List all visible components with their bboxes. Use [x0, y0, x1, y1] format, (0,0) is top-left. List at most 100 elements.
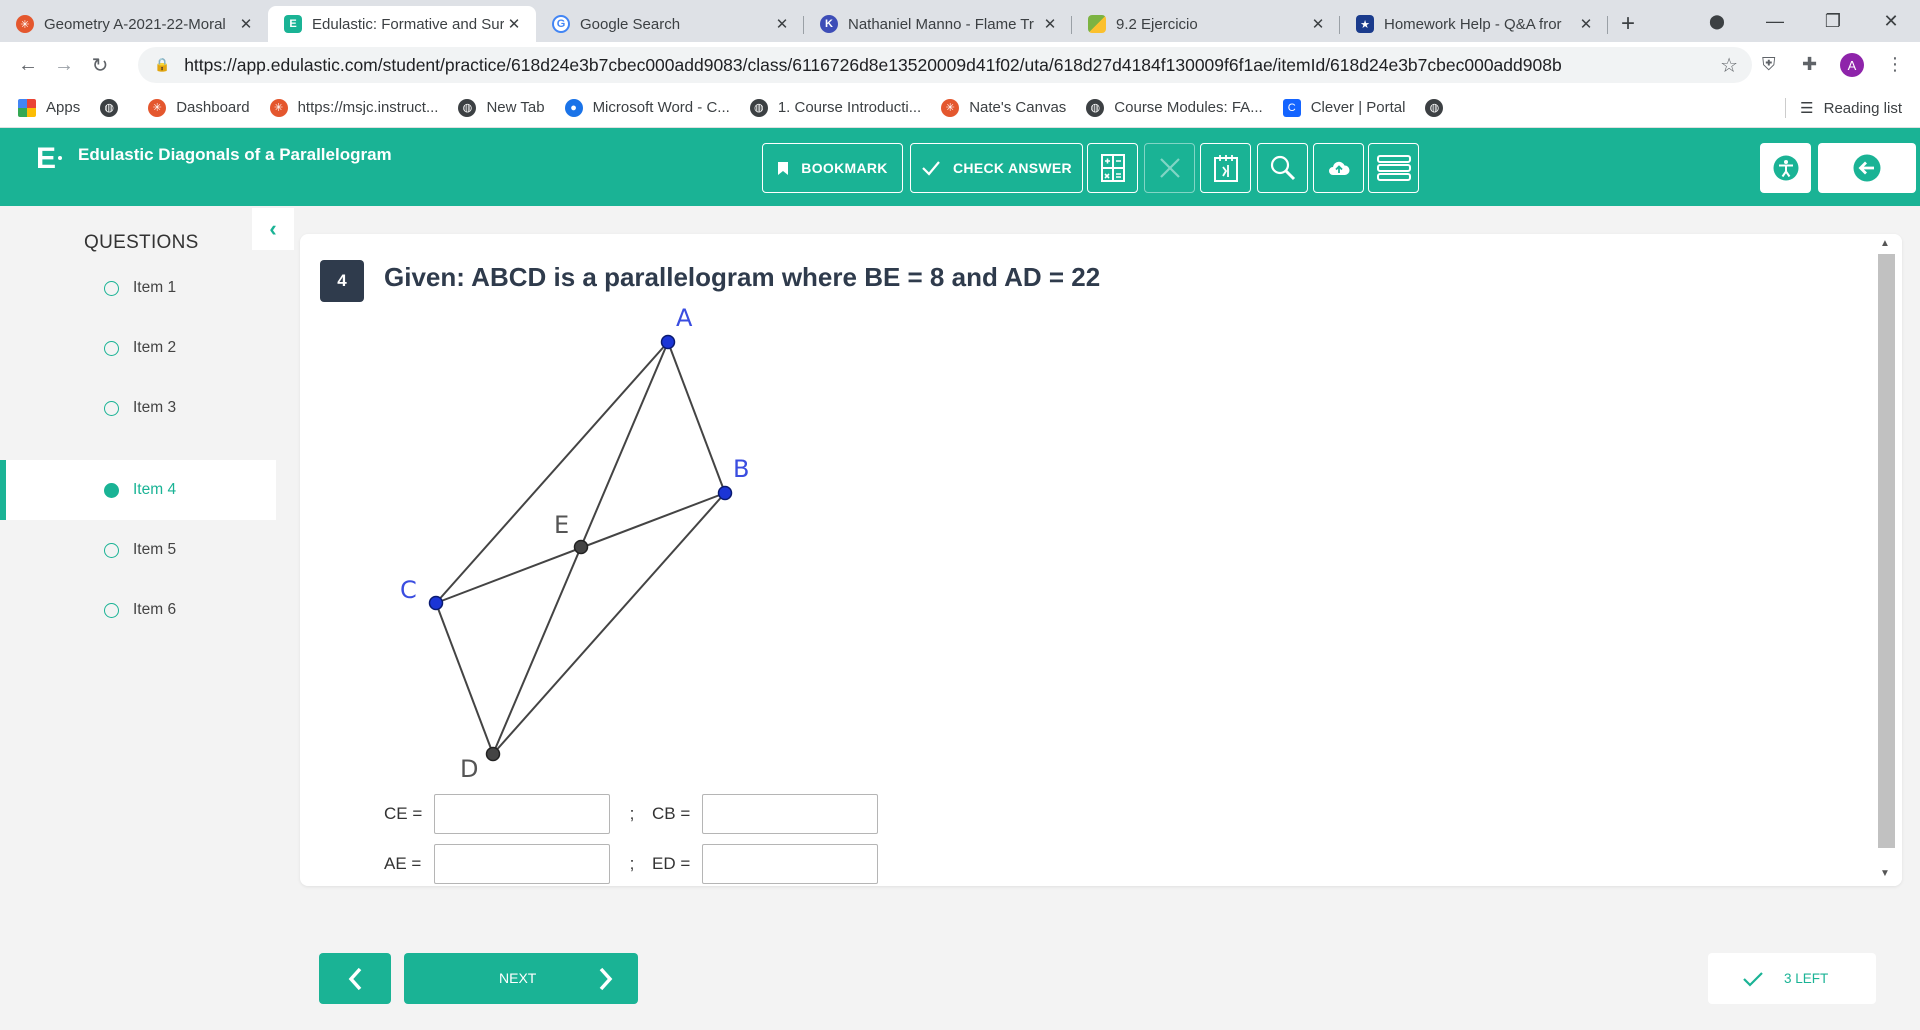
reading-list-label: Reading list: [1823, 99, 1902, 117]
scratchpad-button[interactable]: [1200, 143, 1251, 193]
sidebar-item-2[interactable]: Item 2: [0, 318, 276, 378]
close-tab-icon[interactable]: ✕: [1576, 15, 1596, 33]
sidebar-item-4[interactable]: Item 4: [0, 460, 276, 520]
sidebar-item-label: Item 4: [133, 481, 177, 498]
sidebar-item-label: Item 6: [133, 601, 177, 618]
window-controls: ⬤ — ❐ ✕: [1688, 0, 1920, 42]
segment-ab: [667, 341, 726, 494]
browser-tab[interactable]: ✳ Geometry A-2021-22-Moral ✕: [0, 6, 268, 42]
edulastic-logo-icon: E: [284, 15, 302, 33]
scroll-up-arrow-icon[interactable]: ▲: [1880, 238, 1890, 249]
tab-divider: [1607, 16, 1608, 34]
chevron-right-icon: [599, 967, 613, 991]
bookmark-course-intro[interactable]: ◍ 1. Course Introducti...: [749, 98, 921, 117]
magnifier-button[interactable]: [1257, 143, 1308, 193]
bookmark-nates-canvas[interactable]: ✳ Nate's Canvas: [941, 98, 1066, 117]
logo-dot-icon: [58, 156, 62, 160]
calculator-button[interactable]: [1087, 143, 1138, 193]
tab-title: Homework Help - Q&A fror: [1384, 15, 1562, 33]
more-menu-icon[interactable]: ⋮: [1886, 54, 1904, 75]
kami-logo-icon: K: [820, 15, 838, 33]
calculator-icon: [1100, 154, 1125, 182]
answer-eliminator-button[interactable]: [1144, 143, 1195, 193]
browser-tab[interactable]: G Google Search ✕: [536, 6, 804, 42]
close-tab-icon[interactable]: ✕: [772, 15, 792, 33]
url-input[interactable]: 🔒 https://app.edulastic.com/student/prac…: [138, 47, 1752, 83]
bookmark-label: https://msjc.instruct...: [297, 99, 439, 116]
collapse-sidebar-chevron-icon[interactable]: ‹: [252, 208, 294, 250]
bookmark-clever[interactable]: C Clever | Portal: [1282, 98, 1405, 117]
ae-input[interactable]: [434, 844, 610, 884]
chevron-left-icon: [348, 967, 362, 990]
bookmark-apps[interactable]: Apps: [18, 98, 80, 117]
label-b: B: [733, 455, 749, 483]
menu-button[interactable]: [1368, 143, 1419, 193]
sidebar-item-3[interactable]: Item 3: [0, 378, 276, 438]
bookmark-word[interactable]: ● Microsoft Word - C...: [564, 98, 730, 117]
extensions-puzzle-icon[interactable]: ✚: [1802, 54, 1817, 75]
profile-avatar[interactable]: A: [1840, 53, 1864, 77]
tab-title: Edulastic: Formative and Sur: [312, 15, 504, 33]
bookmarks-bar: Apps ◍ ✳ Dashboard ✳ https://msjc.instru…: [0, 88, 1920, 128]
browser-tab[interactable]: ★ Homework Help - Q&A fror ✕: [1340, 6, 1608, 42]
bookmark-new-tab[interactable]: ◍ New Tab: [458, 98, 545, 117]
reload-icon[interactable]: ↻: [82, 53, 118, 78]
separator: ;: [629, 854, 635, 873]
browser-tab[interactable]: 9.2 Ejercicio ✕: [1072, 6, 1340, 42]
tab-title: 9.2 Ejercicio: [1116, 15, 1198, 33]
flag-icon: [1088, 15, 1106, 33]
restore-icon[interactable]: ❐: [1804, 11, 1862, 32]
tab-search-icon[interactable]: ⬤: [1688, 13, 1746, 30]
questions-left-label: 3 LEFT: [1784, 971, 1829, 986]
bookmark-globe-2[interactable]: ◍: [1425, 98, 1453, 117]
bookmark-course-modules[interactable]: ◍ Course Modules: FA...: [1086, 98, 1263, 117]
next-button[interactable]: NEXT: [404, 953, 638, 1004]
bookmark-globe[interactable]: ◍: [100, 98, 128, 117]
search-icon: [1270, 155, 1295, 181]
sidebar-item-5[interactable]: Item 5: [0, 520, 276, 580]
scroll-down-arrow-icon[interactable]: ▼: [1880, 868, 1890, 879]
bookmark-msjc[interactable]: ✳ https://msjc.instruct...: [269, 98, 439, 117]
sidebar-item-6[interactable]: Item 6: [0, 580, 276, 640]
back-arrow-icon[interactable]: ←: [10, 54, 46, 77]
canvas-logo-icon: ✳: [269, 98, 288, 117]
cb-input[interactable]: [702, 794, 878, 834]
forward-arrow-icon[interactable]: →: [46, 54, 82, 77]
bookmark-flag-icon: [778, 161, 789, 175]
location-pin-icon: ●: [564, 98, 583, 117]
close-tab-icon[interactable]: ✕: [236, 15, 256, 33]
browser-tab-active[interactable]: E Edulastic: Formative and Sur ✕: [268, 6, 536, 42]
close-tab-icon[interactable]: ✕: [504, 15, 524, 33]
sidebar-item-label: Item 2: [133, 339, 177, 356]
status-circle-icon: [104, 280, 119, 296]
close-tab-icon[interactable]: ✕: [1308, 15, 1328, 33]
label-a: A: [676, 304, 693, 332]
reading-list-button[interactable]: ☰ Reading list: [1785, 98, 1902, 118]
browser-tab[interactable]: K Nathaniel Manno - Flame Tr ✕: [804, 6, 1072, 42]
accessibility-button[interactable]: [1760, 143, 1811, 193]
shield-extension-icon[interactable]: ⛨: [1762, 54, 1776, 75]
divider: [1785, 98, 1787, 118]
bookmark-button[interactable]: BOOKMARK: [762, 143, 903, 193]
label-e: E: [554, 511, 569, 539]
reading-list-icon: ☰: [1800, 100, 1814, 117]
new-tab-plus-icon[interactable]: +: [1608, 6, 1648, 42]
window-close-icon[interactable]: ✕: [1862, 11, 1920, 32]
save-cloud-button[interactable]: [1313, 143, 1364, 193]
minimize-icon[interactable]: —: [1746, 11, 1804, 32]
previous-button[interactable]: [319, 953, 391, 1004]
scrollbar-thumb[interactable]: [1878, 254, 1895, 848]
close-tab-icon[interactable]: ✕: [1040, 15, 1060, 33]
exit-button[interactable]: [1818, 143, 1916, 193]
ed-input[interactable]: [702, 844, 878, 884]
check-answer-button[interactable]: CHECK ANSWER: [910, 143, 1083, 193]
ce-input[interactable]: [434, 794, 610, 834]
label-c: C: [400, 576, 417, 604]
bookmark-label: Dashboard: [176, 99, 250, 116]
sidebar-item-label: Item 5: [133, 541, 177, 558]
bookmark-star-icon[interactable]: ☆: [1720, 53, 1738, 78]
questions-left-button[interactable]: 3 LEFT: [1708, 953, 1876, 1004]
bookmark-dashboard[interactable]: ✳ Dashboard: [148, 98, 250, 117]
sidebar-item-1[interactable]: Item 1: [0, 258, 276, 318]
bookmark-label: New Tab: [486, 99, 545, 116]
